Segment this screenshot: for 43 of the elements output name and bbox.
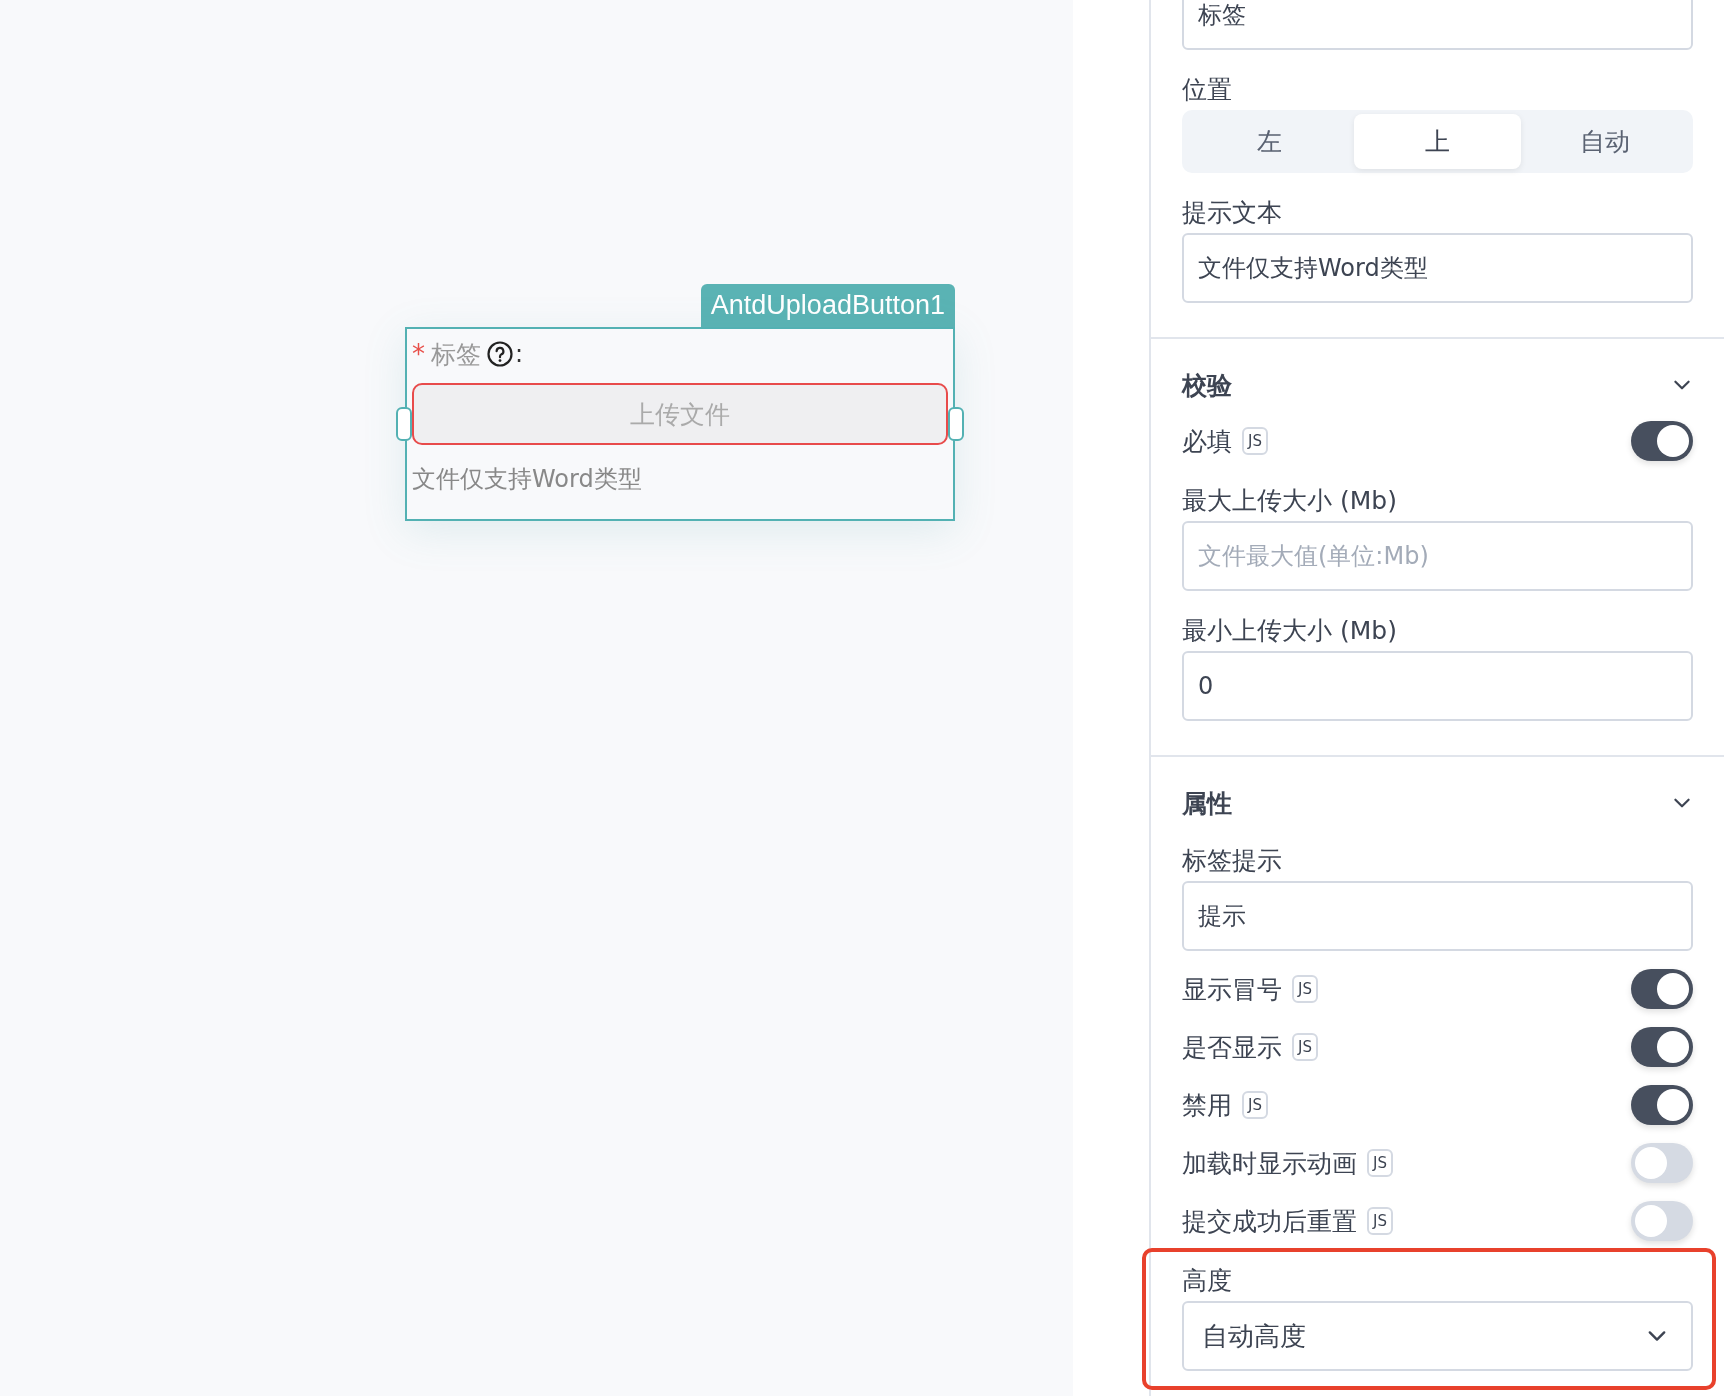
js-badge[interactable]: JS (1242, 427, 1268, 455)
text-input[interactable]: 标签 (1182, 0, 1693, 50)
field-label: 提示文本 (1182, 199, 1283, 227)
section-title: 属性 (1182, 787, 1232, 820)
segment-option[interactable]: 上 (1353, 114, 1522, 169)
js-badge[interactable]: JS (1292, 975, 1318, 1003)
component-tag: AntdUploadButton1 (700, 284, 955, 327)
field-label: 高度 (1182, 1267, 1233, 1295)
toggle-switch[interactable] (1631, 1085, 1693, 1125)
field-label: 标签 (431, 338, 481, 371)
toggle-switch[interactable] (1631, 1027, 1693, 1067)
js-badge[interactable]: JS (1292, 1033, 1318, 1061)
option-label: 显示冒号 (1182, 973, 1282, 1006)
label-colon: : (515, 340, 524, 368)
option-label: 必填 (1182, 425, 1232, 458)
option-label: 加载时显示动画 (1182, 1147, 1357, 1180)
option-label: 提交成功后重置 (1182, 1205, 1357, 1238)
js-badge[interactable]: JS (1367, 1149, 1393, 1177)
field-label: 最大上传大小 (Mb) (1182, 487, 1398, 515)
option-label: 是否显示 (1182, 1031, 1282, 1064)
text-input[interactable]: 文件仅支持Word类型 (1182, 233, 1693, 303)
help-text: 文件仅支持Word类型 (411, 464, 643, 495)
text-input[interactable]: 提示 (1182, 881, 1693, 951)
option-label: 禁用 (1182, 1089, 1232, 1122)
text-input[interactable]: 0 (1182, 651, 1693, 721)
field-label: 最小上传大小 (Mb) (1182, 617, 1398, 645)
required-mark: * (412, 339, 425, 369)
resize-handle[interactable] (948, 407, 964, 441)
toggle-switch[interactable] (1631, 1201, 1693, 1241)
field-label: 标签提示 (1182, 847, 1283, 875)
js-badge[interactable]: JS (1242, 1091, 1268, 1119)
field-label: 位置 (1182, 76, 1233, 104)
select-field[interactable]: 自动高度 (1182, 1301, 1693, 1371)
help-icon[interactable] (487, 341, 513, 367)
segment-option[interactable]: 自动 (1521, 114, 1689, 169)
js-badge[interactable]: JS (1367, 1207, 1393, 1235)
toggle-switch[interactable] (1631, 969, 1693, 1009)
resize-handle[interactable] (396, 407, 412, 441)
toggle-switch[interactable] (1631, 421, 1693, 461)
upload-component-frame[interactable]: * 标签 : 上传文件 文件仅支持Word类型 (405, 327, 955, 521)
toggle-switch[interactable] (1631, 1143, 1693, 1183)
segment-option[interactable]: 左 (1186, 114, 1354, 169)
section-title: 校验 (1182, 369, 1232, 402)
